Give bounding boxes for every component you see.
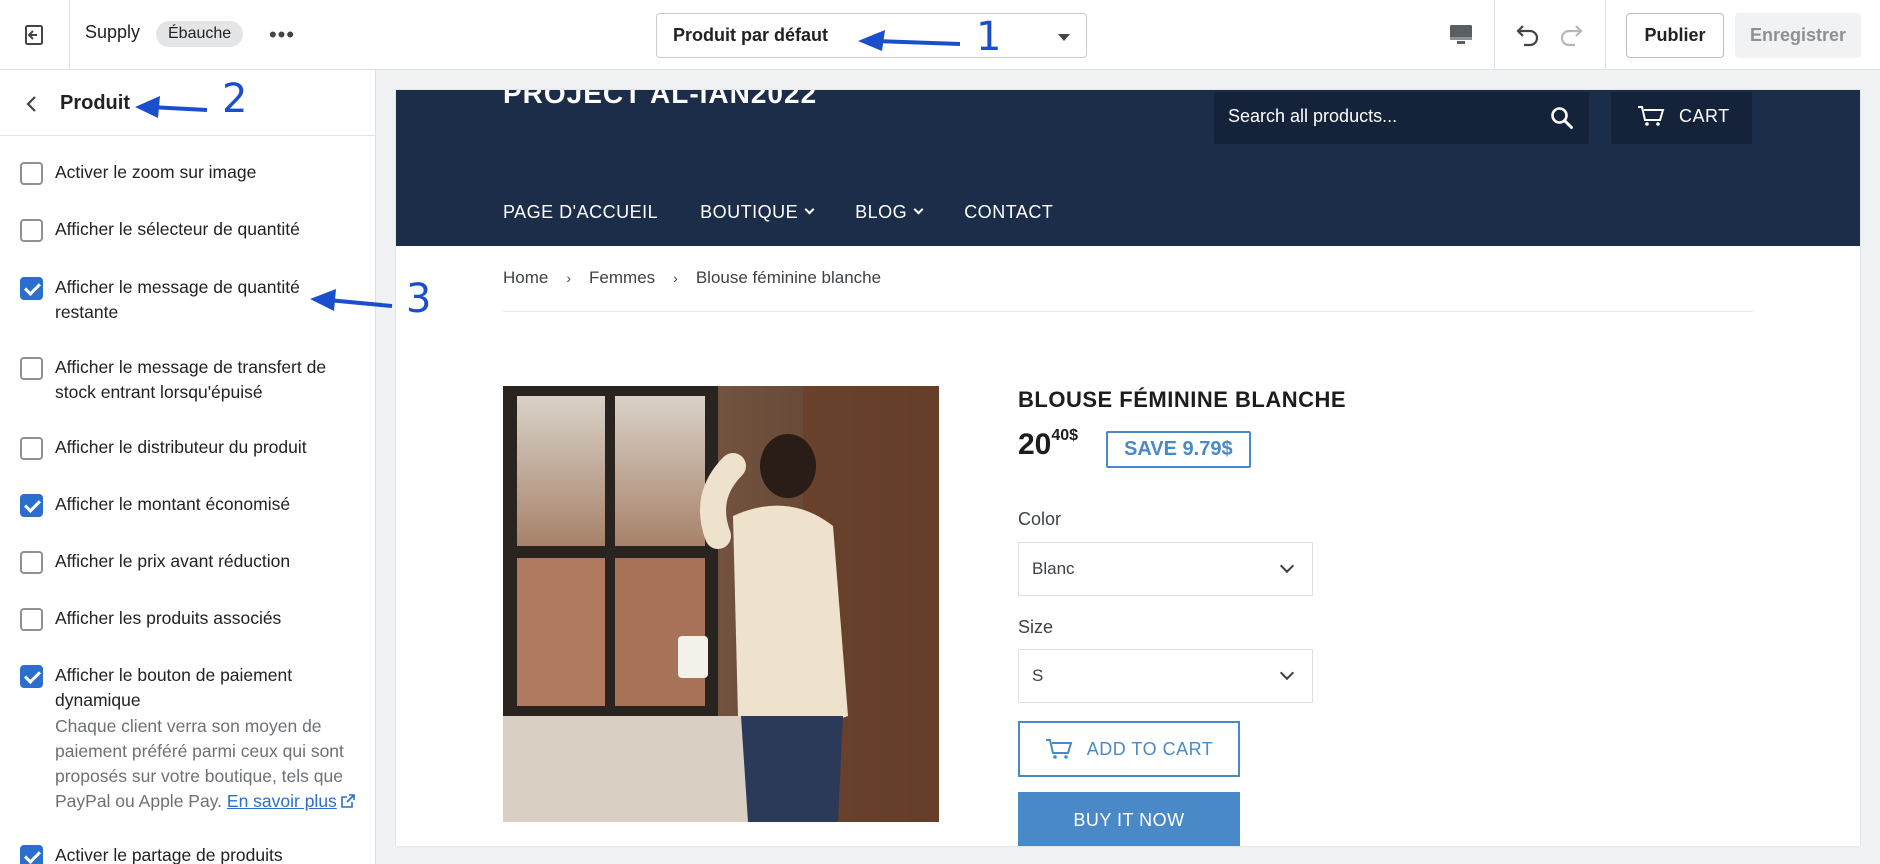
store-search-input[interactable]: Search all products... [1214, 92, 1589, 144]
color-select-value: Blanc [1032, 559, 1075, 578]
chevron-down-icon [804, 204, 815, 215]
option-label: Activer le zoom sur image [55, 162, 257, 182]
option-label: Activer le partage de produits [55, 845, 283, 864]
cart-label: CART [1679, 106, 1730, 126]
size-select[interactable]: S [1018, 649, 1313, 703]
device-preview-button[interactable] [1446, 20, 1476, 50]
product-title: BLOUSE FÉMININE BLANCHE [1018, 387, 1347, 412]
option-label: Afficher le prix avant réduction [55, 551, 291, 571]
chevron-down-icon [1279, 665, 1295, 681]
template-select-value: Produit par défaut [673, 25, 829, 45]
add-to-cart-label: ADD TO CART [1086, 738, 1214, 759]
price-main: 20 [1018, 428, 1052, 461]
option-label: Afficher le distributeur du produit [55, 437, 307, 457]
color-label: Color [1018, 509, 1062, 529]
nav-item-contact[interactable]: CONTACT [964, 202, 1053, 223]
divider [1494, 0, 1495, 70]
learn-more-link[interactable]: En savoir plus [227, 791, 337, 811]
breadcrumb-category[interactable]: Femmes [589, 268, 655, 288]
size-label: Size [1018, 617, 1054, 637]
buy-now-button[interactable]: BUY IT NOW [1018, 792, 1240, 846]
redo-button[interactable] [1557, 20, 1589, 52]
more-icon: ••• [268, 22, 296, 47]
chevron-down-icon [913, 204, 924, 215]
checkbox[interactable] [20, 162, 43, 185]
store-logo[interactable]: PROJECT AL-IAN2022 [503, 90, 817, 110]
store-header: PROJECT AL-IAN2022 Search all products..… [396, 90, 1860, 246]
checkbox[interactable] [20, 277, 43, 300]
cart-button[interactable]: CART [1611, 92, 1752, 144]
annotation-number-1: 1 [976, 14, 1002, 60]
product-image[interactable] [503, 386, 939, 822]
exit-icon [24, 25, 43, 45]
sidebar-title: Produit [60, 92, 130, 114]
option-label: Afficher le message de quantité restante [55, 277, 300, 322]
store-nav: PAGE D'ACCUEIL BOUTIQUE BLOG CONTACT [503, 202, 1053, 223]
breadcrumb-separator: › [566, 270, 572, 286]
option-label: Afficher le bouton de paiement dynamique [55, 665, 293, 710]
checkbox[interactable] [20, 437, 43, 460]
breadcrumb: Home › Femmes › Blouse féminine blanche [503, 268, 881, 288]
exit-button[interactable] [0, 0, 70, 70]
template-select[interactable]: Produit par défaut [656, 13, 1087, 58]
option-label: Afficher les produits associés [55, 608, 282, 628]
chevron-down-icon [1279, 558, 1295, 574]
search-placeholder: Search all products... [1228, 106, 1398, 126]
product-photo [503, 386, 939, 822]
cart-icon [1045, 739, 1073, 759]
dynamic-checkout-help: Chaque client verra son moyen de paiemen… [55, 714, 360, 814]
settings-sidebar: Produit Activer le zoom sur image Affich… [0, 70, 376, 864]
nav-label: PAGE D'ACCUEIL [503, 202, 659, 222]
more-actions-button[interactable]: ••• [268, 22, 296, 48]
nav-label: BLOG [855, 202, 908, 222]
breadcrumb-current: Blouse féminine blanche [695, 268, 882, 287]
chevron-left-icon [26, 96, 36, 112]
checkbox[interactable] [20, 665, 43, 688]
checkbox[interactable] [20, 494, 43, 517]
color-select[interactable]: Blanc [1018, 542, 1313, 596]
option-label: Afficher le sélecteur de quantité [55, 219, 300, 239]
external-link-icon [341, 794, 355, 808]
size-select-value: S [1032, 666, 1044, 685]
checkbox[interactable] [20, 219, 43, 242]
checkbox[interactable] [20, 845, 43, 864]
publish-button[interactable]: Publier [1626, 13, 1724, 58]
cart-icon [1638, 106, 1665, 126]
save-badge: SAVE 9.79$ [1106, 431, 1251, 468]
desktop-icon [1450, 25, 1472, 44]
product-price: 2040$ [1018, 427, 1078, 462]
redo-icon [1560, 25, 1583, 47]
option-label: Afficher le montant économisé [55, 494, 291, 514]
breadcrumb-separator: › [673, 270, 678, 286]
divider [503, 311, 1753, 312]
theme-name: Supply [85, 22, 141, 42]
checkbox[interactable] [20, 357, 43, 380]
undo-icon [1516, 25, 1539, 47]
caret-down-icon [1058, 34, 1070, 41]
divider [1605, 0, 1606, 70]
checkbox[interactable] [20, 551, 43, 574]
search-icon[interactable] [1549, 105, 1575, 131]
checkbox[interactable] [20, 608, 43, 631]
add-to-cart-button[interactable]: ADD TO CART [1018, 721, 1240, 777]
nav-item-home[interactable]: PAGE D'ACCUEIL [503, 202, 658, 223]
price-cents: 40$ [1051, 427, 1079, 444]
nav-item-boutique[interactable]: BOUTIQUE [700, 202, 815, 223]
nav-item-blog[interactable]: BLOG [855, 202, 924, 223]
annotation-number-2: 2 [222, 76, 248, 122]
store-preview: PROJECT AL-IAN2022 Search all products..… [396, 90, 1860, 846]
nav-label: BOUTIQUE [700, 202, 799, 222]
nav-label: CONTACT [964, 202, 1054, 222]
sidebar-header: Produit [0, 70, 375, 136]
editor-topbar: Supply Ébauche ••• Produit par défaut Pu… [0, 0, 1880, 70]
undo-button[interactable] [1510, 20, 1542, 52]
annotation-number-3: 3 [406, 276, 432, 322]
option-label: Afficher le message de transfert de stoc… [55, 357, 327, 402]
breadcrumb-home[interactable]: Home [503, 268, 548, 288]
status-badge: Ébauche [156, 21, 244, 47]
back-button[interactable] [20, 92, 44, 116]
save-button[interactable]: Enregistrer [1735, 13, 1861, 58]
